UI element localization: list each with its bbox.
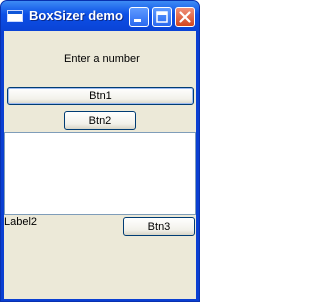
close-button[interactable] <box>175 7 195 27</box>
title-bar[interactable]: BoxSizer demo <box>1 1 199 31</box>
btn2-button[interactable]: Btn2 <box>64 111 136 130</box>
btn1-button[interactable]: Btn1 <box>7 87 194 105</box>
label2: Label2 <box>4 216 38 228</box>
maximize-icon <box>156 11 168 23</box>
minimize-button[interactable] <box>129 7 149 27</box>
window-title: BoxSizer demo <box>29 8 123 23</box>
btn3-button[interactable]: Btn3 <box>123 217 195 236</box>
app-window: BoxSizer demo Enter a number Btn1 Btn2 L… <box>0 0 200 302</box>
client-area: Enter a number Btn1 Btn2 Label2 Btn3 <box>4 31 196 299</box>
window-icon <box>7 10 23 22</box>
list-box[interactable] <box>4 132 196 215</box>
minimize-icon <box>134 19 141 22</box>
maximize-button[interactable] <box>152 7 172 27</box>
prompt-label: Enter a number <box>64 53 140 65</box>
close-icon <box>179 11 191 23</box>
